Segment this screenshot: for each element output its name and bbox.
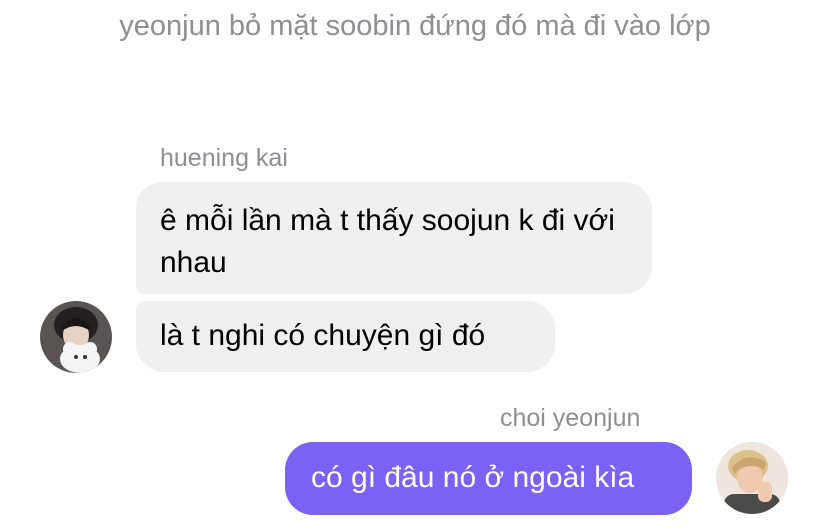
message-text: có gì đâu nó ở ngoài kìa: [311, 461, 635, 494]
chat-screen: yeonjun bỏ mặt soobin đứng đó mà đi vào …: [0, 0, 828, 530]
message-text: là t nghi có chuyện gì đó: [160, 319, 486, 352]
user-avatar-icon: [716, 442, 788, 514]
incoming-message-bubble[interactable]: ê mỗi lần mà t thấy soojun k đi với nhau: [136, 182, 652, 294]
incoming-sender-name: huening kai: [160, 144, 288, 172]
outgoing-sender-name: choi yeonjun: [500, 404, 641, 432]
user-avatar-icon: [40, 301, 112, 373]
outgoing-avatar[interactable]: [716, 442, 788, 514]
narration-text: yeonjun bỏ mặt soobin đứng đó mà đi vào …: [119, 10, 711, 42]
message-text: ê mỗi lần mà t thấy soojun k đi với nhau: [160, 204, 615, 279]
outgoing-message-bubble[interactable]: có gì đâu nó ở ngoài kìa: [285, 442, 692, 515]
incoming-avatar[interactable]: [40, 301, 112, 373]
incoming-message-bubble[interactable]: là t nghi có chuyện gì đó: [136, 301, 555, 372]
